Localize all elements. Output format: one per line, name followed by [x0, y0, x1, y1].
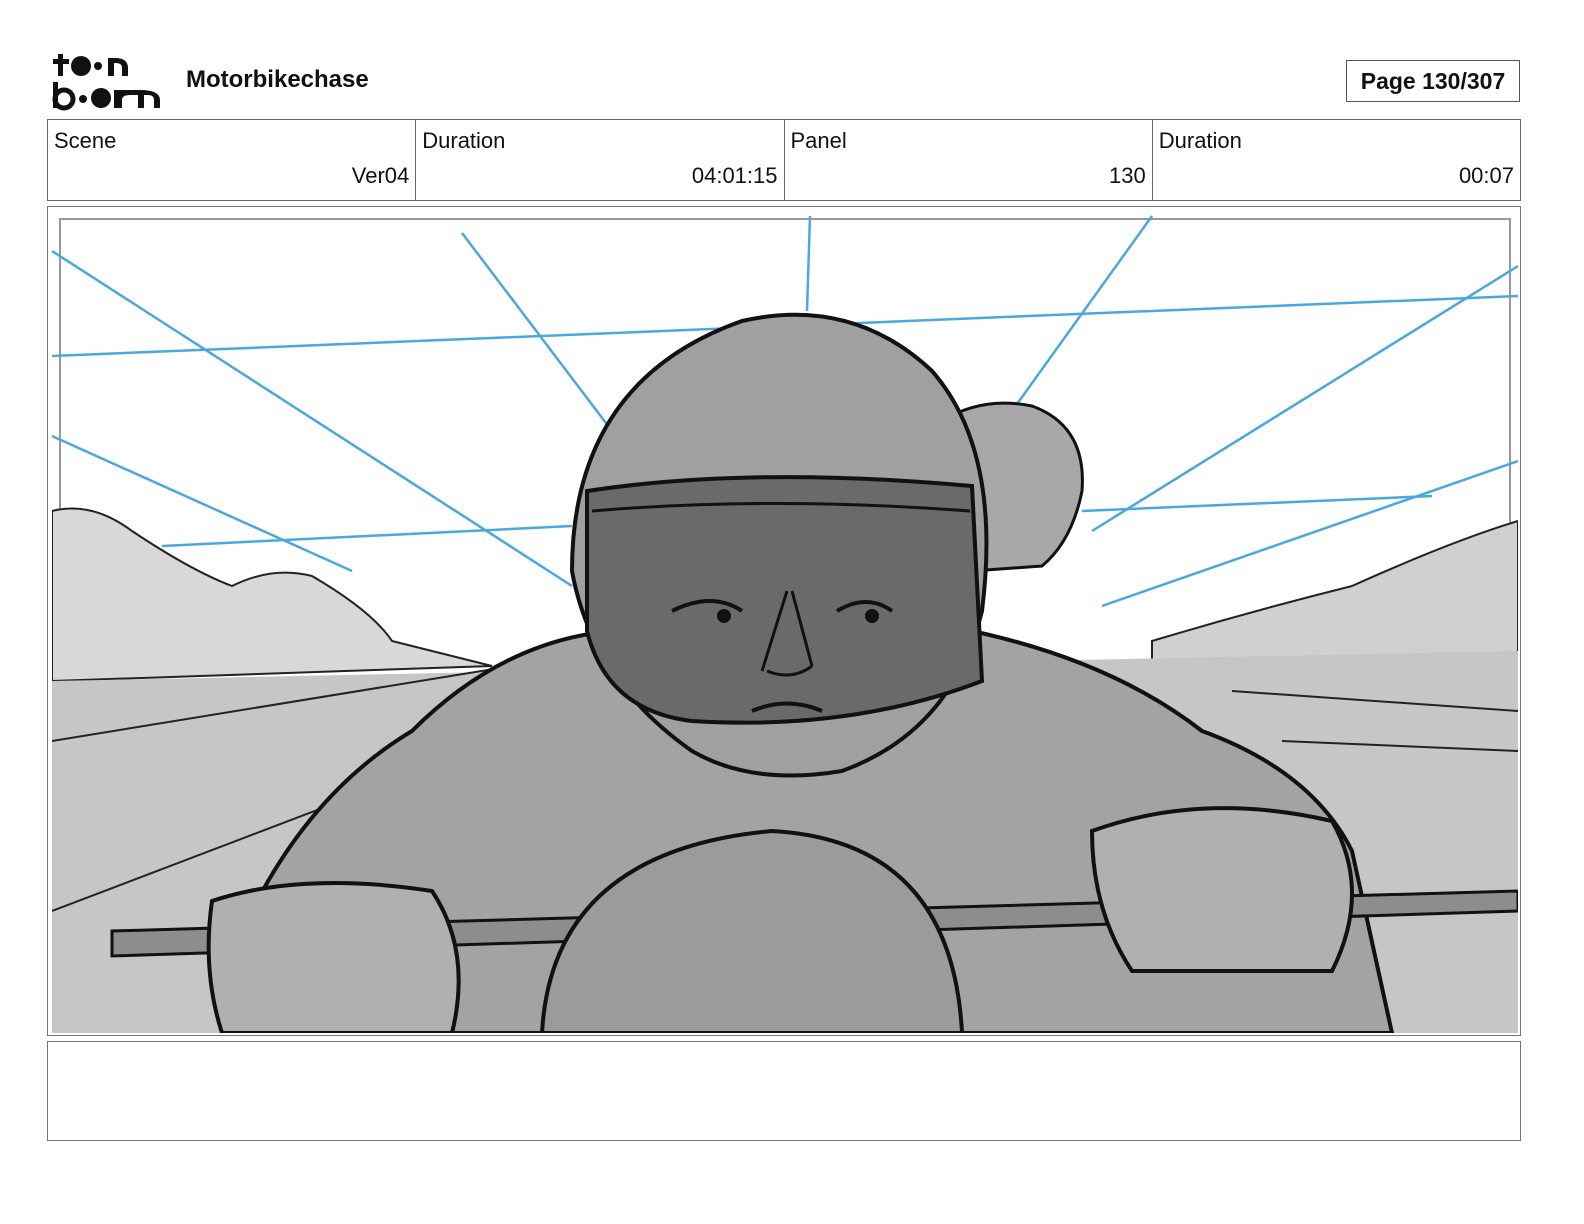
scene-duration-value: 04:01:15 [691, 163, 778, 188]
page-indicator: Page 130/307 [1346, 60, 1520, 102]
panel-info-table: Scene Ver04 Duration 04:01:15 Panel 130 … [47, 119, 1521, 201]
project-title: Motorbikechase [186, 66, 369, 93]
panel-value: 130 [1109, 163, 1146, 188]
panel-duration-label: Duration [1158, 128, 1242, 153]
panel-duration-cell: Duration 00:07 [1153, 120, 1520, 200]
scene-duration-cell: Duration 04:01:15 [416, 120, 785, 200]
storyboard-panel [47, 206, 1521, 1036]
panel-label: Panel [790, 128, 847, 153]
scene-duration-label: Duration [422, 128, 506, 153]
scene-label: Scene [54, 128, 117, 153]
scene-cell: Scene Ver04 [48, 120, 417, 200]
panel-sketch-image [52, 211, 1518, 1033]
panel-duration-value: 00:07 [1458, 163, 1514, 188]
toon-boom-logo [52, 54, 160, 111]
panel-cell: Panel 130 [785, 120, 1153, 200]
panel-notes-box [47, 1041, 1521, 1141]
scene-value: Ver04 [351, 163, 410, 188]
